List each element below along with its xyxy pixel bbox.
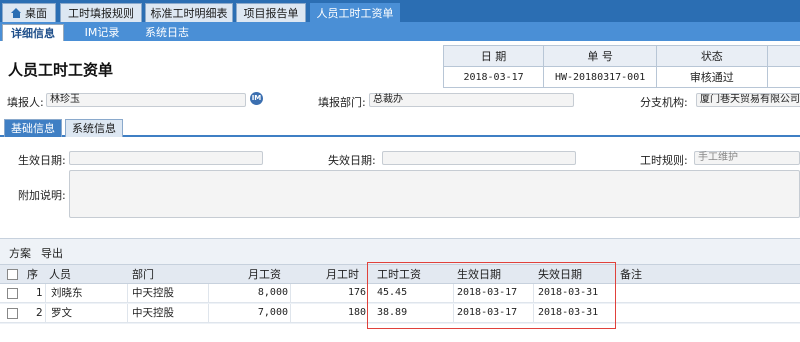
col-department: 部门 bbox=[132, 268, 154, 281]
effective-date-label: 生效日期: bbox=[18, 154, 66, 167]
row-person: 罗文 bbox=[51, 307, 72, 319]
scheme-button[interactable]: 方案 bbox=[9, 245, 31, 261]
date-value: 2018-03-17 bbox=[442, 66, 545, 88]
export-button[interactable]: 导出 bbox=[41, 245, 63, 261]
row-department: 中天控股 bbox=[132, 287, 174, 299]
row-monthly-wage: 7,000 bbox=[257, 307, 288, 318]
department-label: 填报部门: bbox=[318, 96, 366, 109]
tab-basic-info[interactable]: 基础信息 bbox=[4, 119, 62, 137]
row-monthly-hours: 180 bbox=[347, 307, 366, 318]
document-info-table: 日 期 单 号 状态 2018-03-17 HW-20180317-001 审核… bbox=[442, 45, 800, 88]
home-icon bbox=[11, 8, 22, 18]
tab-desktop[interactable]: 桌面 bbox=[2, 3, 56, 22]
im-icon[interactable]: IM bbox=[250, 92, 263, 105]
tab-standard-hours[interactable]: 标准工时明细表 bbox=[145, 3, 233, 22]
col-note: 备注 bbox=[620, 268, 642, 281]
number-header: 单 号 bbox=[543, 45, 658, 67]
hour-rule-field[interactable]: 手工维护 bbox=[694, 151, 800, 165]
tab-detail[interactable]: 详细信息 bbox=[2, 24, 64, 41]
row-seq: 1 bbox=[36, 287, 43, 299]
status-header: 状态 bbox=[656, 45, 768, 67]
row-monthly-wage: 8,000 bbox=[257, 287, 288, 298]
expire-date-label: 失效日期: bbox=[328, 154, 376, 167]
department-field[interactable]: 总裁办 bbox=[369, 93, 574, 107]
row-checkbox[interactable] bbox=[7, 288, 18, 299]
row-seq: 2 bbox=[36, 307, 43, 319]
tab-im-records[interactable]: IM记录 bbox=[76, 24, 128, 41]
remark-label: 附加说明: bbox=[18, 189, 66, 202]
top-tab-bar: 桌面 工时填报规则 标准工时明细表 项目报告单 人员工时工资单 bbox=[0, 0, 800, 22]
remark-textarea[interactable] bbox=[69, 170, 800, 218]
row-monthly-hours: 176 bbox=[347, 287, 366, 298]
tab-system-log[interactable]: 系统日志 bbox=[138, 24, 196, 41]
hour-rule-label: 工时规则: bbox=[640, 154, 688, 167]
tab-wage-sheet[interactable]: 人员工时工资单 bbox=[310, 3, 400, 22]
number-value: HW-20180317-001 bbox=[543, 66, 658, 88]
effective-date-field[interactable] bbox=[69, 151, 263, 165]
expire-date-field[interactable] bbox=[382, 151, 576, 165]
row-department: 中天控股 bbox=[132, 307, 174, 319]
branch-label: 分支机构: bbox=[640, 96, 688, 109]
page-title: 人员工时工资单 bbox=[8, 61, 114, 79]
reporter-label: 填报人: bbox=[7, 96, 44, 109]
tab-system-info[interactable]: 系统信息 bbox=[65, 119, 123, 137]
select-all-checkbox[interactable] bbox=[7, 269, 18, 280]
col-monthly-hours: 月工时 bbox=[326, 268, 359, 281]
reporter-field[interactable]: 林珍玉 bbox=[46, 93, 246, 107]
sub-tab-bar: 详细信息 IM记录 系统日志 bbox=[0, 22, 800, 41]
tab-project-report[interactable]: 项目报告单 bbox=[236, 3, 306, 22]
row-checkbox[interactable] bbox=[7, 308, 18, 319]
col-monthly-wage: 月工资 bbox=[248, 268, 281, 281]
highlight-box bbox=[367, 262, 616, 329]
col-person: 人员 bbox=[49, 268, 71, 281]
tab-hour-rules[interactable]: 工时填报规则 bbox=[60, 3, 142, 22]
inner-tab-bar: 基础信息 系统信息 bbox=[0, 119, 800, 137]
row-person: 刘晓东 bbox=[51, 287, 83, 299]
status-value: 审核通过 bbox=[656, 66, 768, 88]
branch-field[interactable]: 厦门巷天贸易有限公司 bbox=[696, 93, 800, 107]
date-header: 日 期 bbox=[442, 45, 545, 67]
grid-toolbar: 方案 导出 bbox=[0, 238, 800, 264]
col-seq: 序 bbox=[27, 268, 38, 281]
